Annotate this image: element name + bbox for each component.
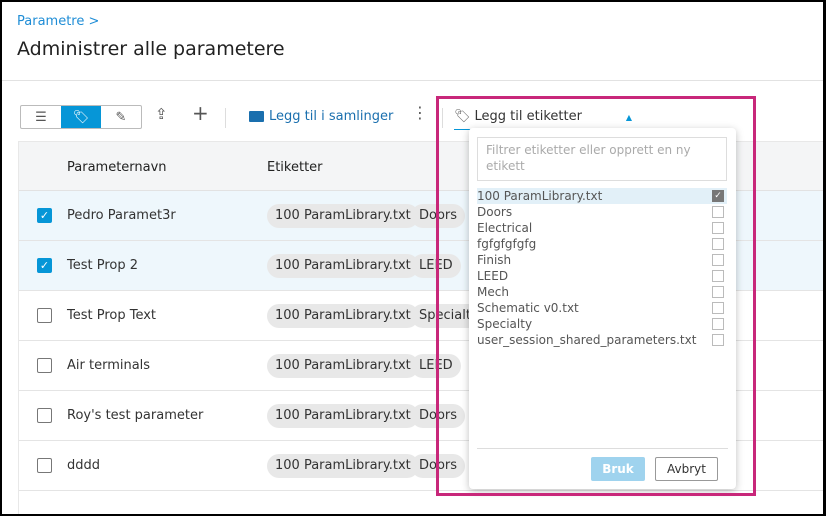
tag-chip: 100 ParamLibrary.txt (267, 354, 419, 378)
more-icon[interactable]: ⋮ (412, 103, 428, 122)
parameter-name: dddd (67, 458, 101, 473)
parameter-name: Test Prop Text (67, 308, 157, 323)
column-header-name[interactable]: Parameternavn (67, 160, 167, 175)
list-view-button[interactable]: ☰ (21, 106, 61, 128)
breadcrumb[interactable]: Parametre > (17, 14, 99, 29)
add-to-collection-button[interactable]: Legg til i samlinger (249, 109, 393, 124)
tag-chip: 100 ParamLibrary.txt (267, 454, 419, 478)
parameter-name: Pedro Paramet3r (67, 208, 176, 223)
row-checkbox[interactable] (37, 408, 52, 423)
app-window: Parametre > Administrer alle parametere … (2, 2, 823, 514)
tag-chip: 100 ParamLibrary.txt (267, 304, 419, 328)
column-header-tags[interactable]: Etiketter (267, 160, 323, 175)
add-to-collection-label: Legg til i samlinger (269, 109, 394, 124)
row-checkbox[interactable] (37, 308, 52, 323)
divider (2, 80, 823, 81)
folder-add-icon (249, 111, 264, 122)
upload-icon[interactable]: ⇪ (155, 105, 168, 123)
divider (225, 108, 226, 128)
row-checkbox[interactable]: ✓ (37, 258, 52, 273)
tag-chip: 100 ParamLibrary.txt (267, 404, 419, 428)
tag-chip: 100 ParamLibrary.txt (267, 254, 419, 278)
row-checkbox[interactable]: ✓ (37, 208, 52, 223)
page-title: Administrer alle parametere (17, 38, 285, 60)
parameter-name: Air terminals (67, 358, 151, 373)
parameter-name: Test Prop 2 (67, 258, 139, 273)
highlight-box (436, 96, 756, 496)
row-checkbox[interactable] (37, 458, 52, 473)
edit-view-button[interactable]: ✎ (101, 106, 141, 128)
parameter-name: Roy's test parameter (67, 408, 204, 423)
view-switcher: ☰ 🏷︎ ✎ (20, 105, 142, 129)
row-checkbox[interactable] (37, 358, 52, 373)
tag-view-button[interactable]: 🏷︎ (61, 106, 101, 128)
tag-chip: 100 ParamLibrary.txt (267, 204, 419, 228)
add-icon[interactable]: + (192, 101, 209, 125)
